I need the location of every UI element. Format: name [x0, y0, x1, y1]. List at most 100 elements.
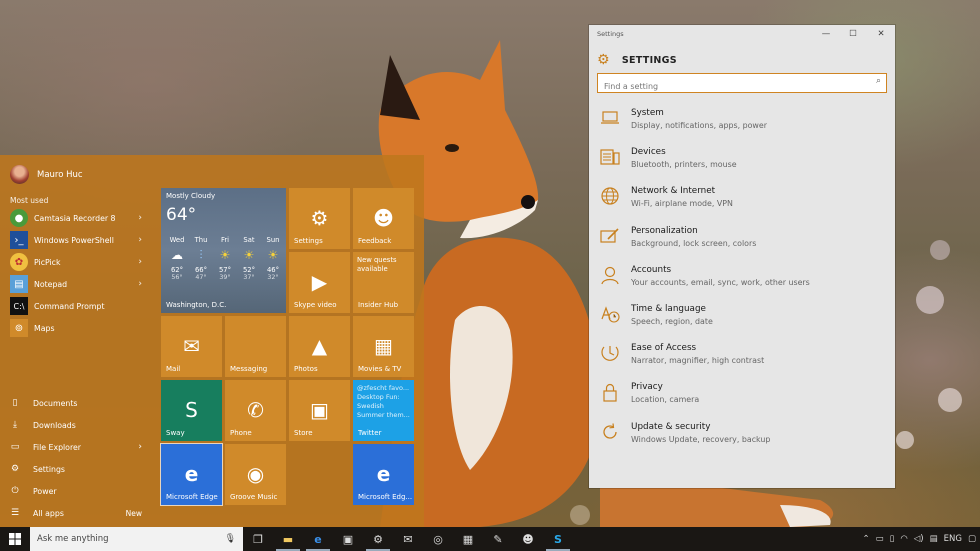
taskbar-skype[interactable]: S: [543, 527, 573, 551]
weather-temperature: 64°: [166, 205, 197, 225]
taskbar-store[interactable]: ▣: [333, 527, 363, 551]
documents-icon: ▯: [12, 398, 18, 408]
sway-tile[interactable]: S Sway: [161, 380, 222, 441]
camera-icon: ◎: [433, 532, 443, 546]
insider-hub-tile[interactable]: New quests available Insider Hub: [353, 252, 414, 313]
microphone-icon[interactable]: 🎙: [225, 534, 236, 544]
weather-tile[interactable]: Mostly Cloudy 64° Wed ☁ 62° 56° Thu ⫶ 66…: [161, 188, 286, 313]
app-windows-powershell[interactable]: ›_ Windows PowerShell ›: [0, 229, 156, 251]
settings-link[interactable]: ⚙ Settings: [0, 458, 156, 480]
cortana-search-box[interactable]: Ask me anything 🎙: [30, 527, 243, 551]
photos-tile[interactable]: ▲ Photos: [289, 316, 350, 377]
notifications-icon[interactable]: ▤: [930, 534, 938, 544]
title-bar[interactable]: Settings — ☐ ✕: [589, 25, 895, 45]
app-picpick[interactable]: ✿ PicPick ›: [0, 251, 156, 273]
feedback-icon: ☻: [522, 532, 534, 546]
microsoft-edge-tile[interactable]: e Microsoft Edge: [160, 443, 223, 506]
user-name: Mauro Huc: [37, 169, 83, 180]
language-indicator[interactable]: ENG: [944, 534, 962, 544]
find-setting-box[interactable]: ⌕: [597, 73, 887, 95]
phone-tile[interactable]: ✆ Phone: [225, 380, 286, 441]
chevron-right-icon[interactable]: ›: [138, 279, 142, 289]
app-camtasia-recorder[interactable]: ● Camtasia Recorder 8 ›: [0, 207, 156, 229]
person-icon: [599, 264, 621, 286]
store-bag-icon: ▣: [342, 532, 354, 546]
most-used-header: Most used: [10, 196, 49, 205]
volume-icon[interactable]: ◁): [914, 534, 924, 544]
network-icon[interactable]: ▭: [876, 534, 884, 544]
category-time-language[interactable]: Time & language Speech, region, date: [589, 299, 895, 338]
maps-icon: ⊚: [10, 319, 28, 337]
taskbar-settings[interactable]: ⚙: [363, 527, 393, 551]
twitter-feed-text: @zfescht favo... Desktop Fun: Swedish Su…: [357, 384, 410, 419]
phone-icon: ✆: [247, 398, 264, 422]
settings-categories: System Display, notifications, apps, powe…: [589, 103, 895, 456]
category-ease-of-access[interactable]: Ease of Access Narrator, magnifier, high …: [589, 338, 895, 377]
taskbar-paint[interactable]: ✎: [483, 527, 513, 551]
search-icon[interactable]: ⌕: [876, 76, 881, 86]
store-bag-icon: ▣: [310, 398, 329, 422]
chevron-right-icon[interactable]: ›: [138, 235, 142, 245]
gear-icon: ⚙: [373, 532, 383, 546]
find-setting-input[interactable]: [598, 78, 858, 95]
maximize-button[interactable]: ☐: [846, 29, 860, 39]
notepad-icon: ▤: [10, 275, 28, 293]
minimize-button[interactable]: —: [819, 29, 833, 39]
camtasia-icon: ●: [10, 209, 28, 227]
category-devices[interactable]: Devices Bluetooth, printers, mouse: [589, 142, 895, 181]
power-button[interactable]: ⏻ Power: [0, 480, 156, 502]
gear-icon: ⚙: [597, 52, 610, 68]
close-button[interactable]: ✕: [874, 29, 888, 39]
category-system[interactable]: System Display, notifications, apps, powe…: [589, 103, 895, 142]
category-personalization[interactable]: Personalization Background, lock screen, …: [589, 221, 895, 260]
category-network-internet[interactable]: Network & Internet Wi-Fi, airplane mode, …: [589, 181, 895, 220]
all-apps-button[interactable]: ☰ All apps New: [0, 502, 156, 524]
wifi-icon[interactable]: ◠: [900, 534, 907, 544]
chevron-right-icon[interactable]: ›: [138, 442, 142, 452]
battery-icon[interactable]: ▯: [890, 534, 895, 544]
file-explorer-link[interactable]: ▭ File Explorer ›: [0, 436, 156, 458]
category-accounts[interactable]: Accounts Your accounts, email, sync, work…: [589, 260, 895, 299]
documents-link[interactable]: ▯ Documents: [0, 392, 156, 414]
mail-tile[interactable]: ✉ Mail: [161, 316, 222, 377]
clapperboard-icon: ▦: [374, 334, 393, 358]
weather-condition: Mostly Cloudy: [166, 192, 216, 200]
taskbar-mail[interactable]: ✉: [393, 527, 423, 551]
skype-video-tile[interactable]: ▶ Skype video: [289, 252, 350, 313]
movies-tv-tile[interactable]: ▦ Movies & TV: [353, 316, 414, 377]
app-maps[interactable]: ⊚ Maps: [0, 317, 156, 339]
groove-music-icon: ◉: [246, 462, 265, 486]
taskbar-camera[interactable]: ◎: [423, 527, 453, 551]
taskbar-feedback[interactable]: ☻: [513, 527, 543, 551]
category-privacy[interactable]: Privacy Location, camera: [589, 377, 895, 416]
twitter-tile[interactable]: @zfescht favo... Desktop Fun: Swedish Su…: [353, 380, 414, 441]
edge-icon: e: [376, 462, 391, 486]
window-title: Settings: [597, 30, 624, 38]
user-account[interactable]: Mauro Huc: [10, 165, 83, 184]
taskbar-file-explorer[interactable]: ▬: [273, 527, 303, 551]
taskbar-movies[interactable]: ▦: [453, 527, 483, 551]
start-button[interactable]: [0, 527, 30, 551]
groove-music-tile[interactable]: ◉ Groove Music: [225, 444, 286, 505]
microsoft-edge-tile-2[interactable]: e Microsoft Edg...: [353, 444, 414, 505]
chevron-up-icon[interactable]: ⌃: [862, 534, 869, 544]
laptop-icon: [599, 107, 621, 129]
downloads-link[interactable]: ⤓ Downloads: [0, 414, 156, 436]
feedback-tile[interactable]: ☻ Feedback: [353, 188, 414, 249]
task-view-button[interactable]: ❐: [243, 527, 273, 551]
messaging-tile[interactable]: Messaging: [225, 316, 286, 377]
taskbar-edge[interactable]: e: [303, 527, 333, 551]
app-notepad[interactable]: ▤ Notepad ›: [0, 273, 156, 295]
store-tile[interactable]: ▣ Store: [289, 380, 350, 441]
forecast-day: Wed ☁ 62° 56°: [166, 236, 188, 281]
chevron-right-icon[interactable]: ›: [138, 213, 142, 223]
settings-tile[interactable]: ⚙ Settings: [289, 188, 350, 249]
category-update-security[interactable]: Update & security Windows Update, recover…: [589, 417, 895, 456]
edge-icon: e: [314, 532, 322, 546]
forecast-day: Fri ☀ 57° 39°: [214, 236, 236, 281]
task-view-icon: ❐: [253, 532, 263, 546]
windows-logo-icon: [9, 533, 21, 545]
app-command-prompt[interactable]: C:\ Command Prompt: [0, 295, 156, 317]
action-center-icon[interactable]: ▢: [968, 534, 976, 544]
chevron-right-icon[interactable]: ›: [138, 257, 142, 267]
